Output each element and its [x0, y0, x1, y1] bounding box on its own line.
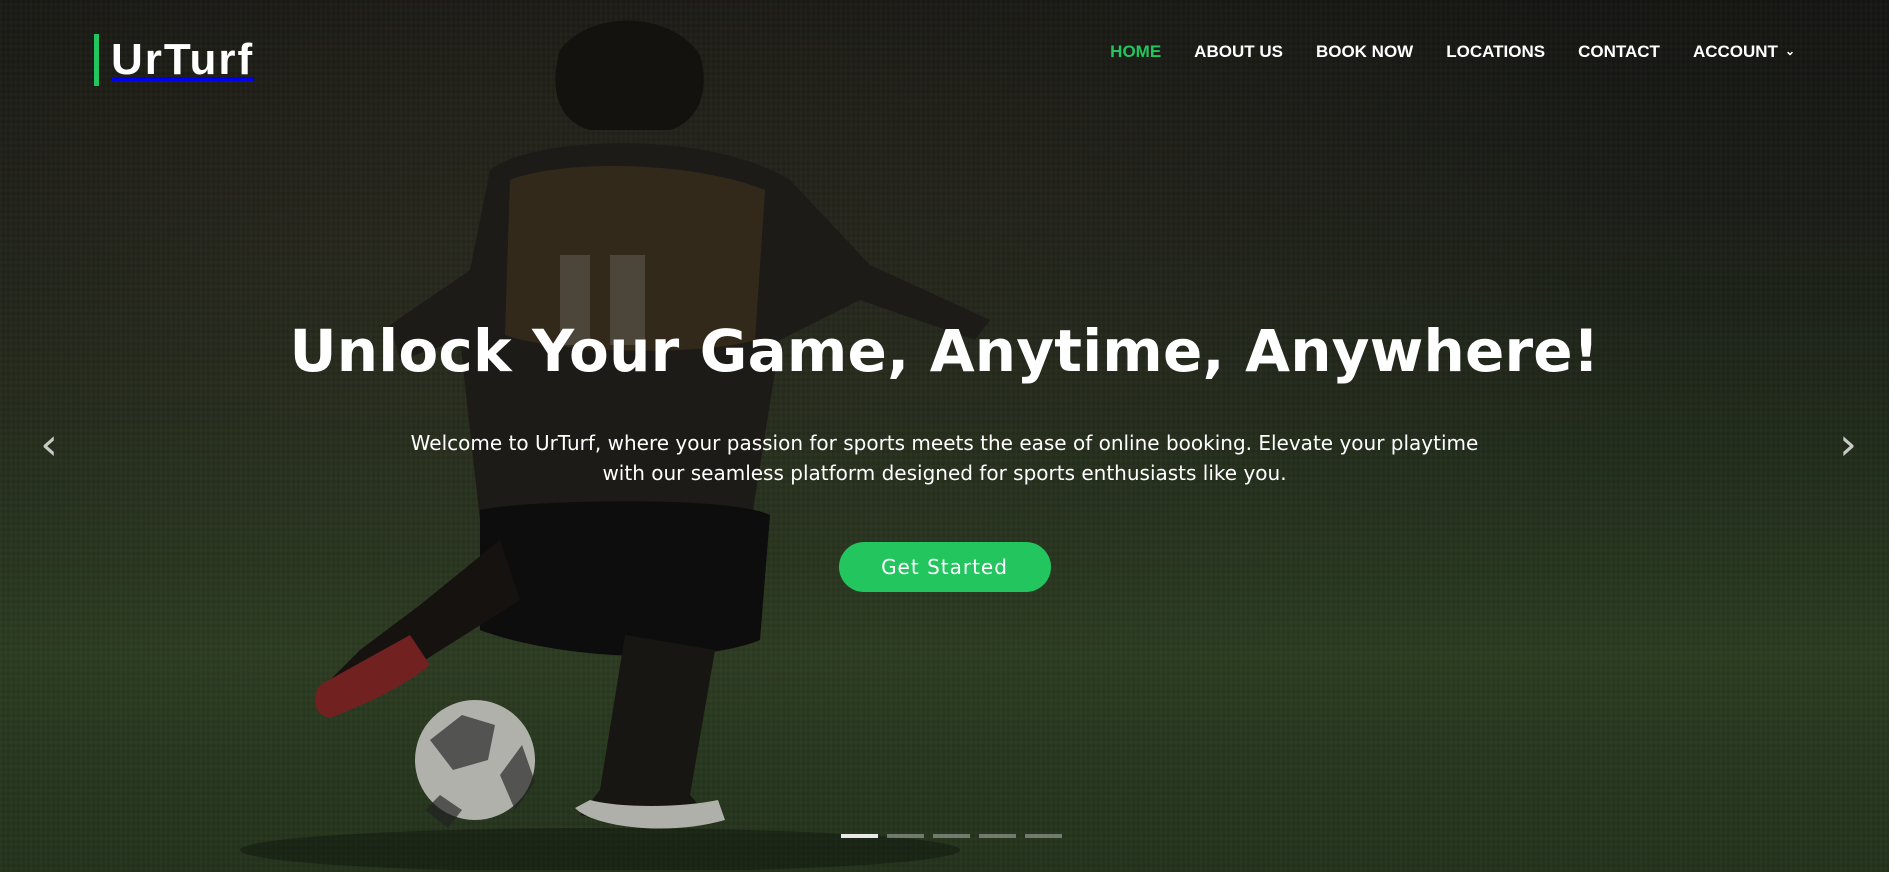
main-navigation: HOME ABOUT US BOOK NOW LOCATIONS CONTACT… — [1110, 43, 1795, 60]
nav-item-about-us[interactable]: ABOUT US — [1194, 43, 1283, 60]
carousel-indicator-4[interactable] — [979, 834, 1016, 838]
nav-item-home-label: HOME — [1110, 42, 1162, 61]
site-logo[interactable]: UrTurf — [94, 34, 254, 86]
nav-item-home[interactable]: HOME — [1110, 43, 1161, 60]
carousel-indicators — [841, 834, 1062, 838]
site-header: UrTurf HOME ABOUT US BOOK NOW LOCATIONS … — [0, 0, 1889, 110]
hero-content: Unlock Your Game, Anytime, Anywhere! Wel… — [0, 318, 1889, 592]
site-logo-text: UrTurf — [111, 35, 255, 84]
nav-item-contact[interactable]: CONTACT — [1578, 43, 1660, 60]
nav-item-book-now-label: BOOK NOW — [1315, 42, 1414, 61]
nav-item-about-us-label: ABOUT US — [1194, 42, 1283, 61]
nav-item-locations-label: LOCATIONS — [1446, 42, 1546, 61]
hero-subtext: Welcome to UrTurf, where your passion fo… — [410, 430, 1479, 485]
nav-item-contact-label: CONTACT — [1578, 42, 1660, 61]
nav-item-locations[interactable]: LOCATIONS — [1446, 43, 1545, 60]
hero-section: UrTurf HOME ABOUT US BOOK NOW LOCATIONS … — [0, 0, 1889, 872]
carousel-indicator-2[interactable] — [887, 834, 924, 838]
carousel-indicator-1[interactable] — [841, 834, 878, 838]
nav-item-account[interactable]: ACCOUNT ⌄ — [1693, 43, 1795, 60]
chevron-down-icon: ⌄ — [1784, 43, 1795, 58]
nav-item-book-now[interactable]: BOOK NOW — [1316, 43, 1413, 60]
hero-headline: Unlock Your Game, Anytime, Anywhere! — [289, 317, 1600, 385]
nav-item-account-label: ACCOUNT — [1692, 42, 1778, 61]
carousel-indicator-3[interactable] — [933, 834, 970, 838]
get-started-button[interactable]: Get Started — [838, 541, 1051, 592]
carousel-indicator-5[interactable] — [1025, 834, 1062, 838]
